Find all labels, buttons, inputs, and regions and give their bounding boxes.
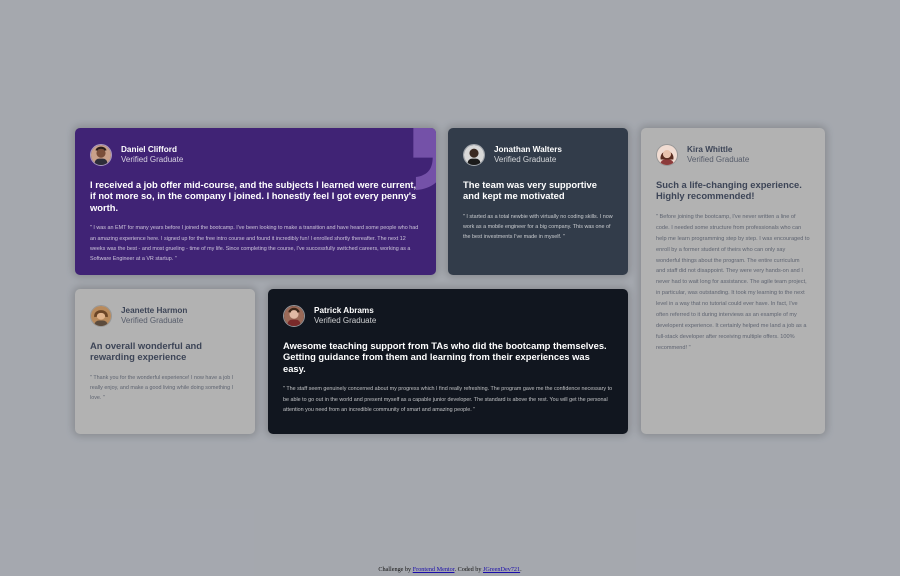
author-name: Kira Whittle <box>687 145 733 155</box>
woman-avatar-icon <box>90 305 112 327</box>
author-role: Verified Graduate <box>687 155 750 165</box>
woman-avatar-icon <box>656 144 678 166</box>
author-name: Daniel Clifford <box>121 145 177 155</box>
testimonial-header: Jonathan Walters Verified Graduate <box>463 144 613 166</box>
testimonial-header: Daniel Clifford Verified Graduate <box>90 144 421 166</box>
author-role: Verified Graduate <box>121 155 184 165</box>
author-name: Patrick Abrams <box>314 306 374 316</box>
testimonial-header: Jeanette Harmon Verified Graduate <box>90 305 240 327</box>
author-role: Verified Graduate <box>314 316 377 326</box>
author-name: Jeanette Harmon <box>121 306 188 316</box>
testimonial-body: " Before joining the bootcamp, I've neve… <box>656 213 810 351</box>
testimonial-header: Kira Whittle Verified Graduate <box>656 144 810 166</box>
footer-prefix: Challenge by <box>378 566 413 573</box>
man-avatar-icon <box>283 305 305 327</box>
testimonial-card-jeanette: Jeanette Harmon Verified Graduate An ove… <box>75 289 255 434</box>
author-name: Jonathan Walters <box>494 145 562 155</box>
frontend-mentor-link[interactable]: Frontend Mentor <box>413 566 455 573</box>
footer-suffix: . <box>520 566 522 573</box>
testimonial-header: Patrick Abrams Verified Graduate <box>283 305 613 327</box>
testimonial-card-jonathan: Jonathan Walters Verified Graduate The t… <box>448 128 628 275</box>
testimonial-headline: I received a job offer mid-course, and t… <box>90 179 417 213</box>
man-avatar-icon <box>90 144 112 166</box>
footer-middle: . Coded by <box>454 566 483 573</box>
attribution-footer: Challenge by Frontend Mentor. Coded by J… <box>0 566 900 573</box>
testimonial-body: " The staff seem genuinely concerned abo… <box>283 386 613 413</box>
testimonial-body: " I was an EMT for many years before I j… <box>90 225 419 262</box>
author-link[interactable]: JGreenDev721 <box>483 566 520 573</box>
testimonial-card-daniel: Daniel Clifford Verified Graduate I rece… <box>75 128 436 275</box>
testimonial-headline: Such a life-changing experience. Highly … <box>656 179 802 202</box>
author-role: Verified Graduate <box>121 316 184 326</box>
author-role: Verified Graduate <box>494 155 557 165</box>
testimonial-headline: An overall wonderful and rewarding exper… <box>90 340 202 363</box>
testimonial-body: " Thank you for the wonderful experience… <box>90 374 234 402</box>
testimonial-headline: The team was very supportive and kept me… <box>463 179 597 202</box>
testimonial-card-patrick: Patrick Abrams Verified Graduate Awesome… <box>268 289 628 434</box>
testimonial-headline: Awesome teaching support from TAs who di… <box>283 340 607 374</box>
testimonial-body: " I started as a total newbie with virtu… <box>463 213 613 241</box>
testimonial-card-kira: Kira Whittle Verified Graduate Such a li… <box>641 128 825 434</box>
man-avatar-icon <box>463 144 485 166</box>
